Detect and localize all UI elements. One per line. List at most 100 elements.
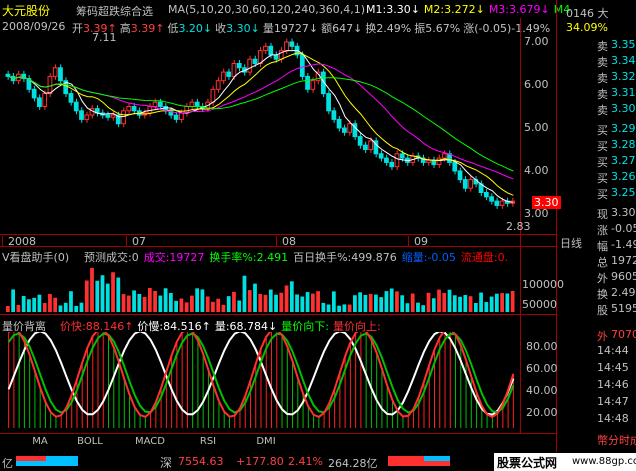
status-right-mini-bar: [388, 456, 450, 466]
candle-body: [79, 110, 84, 120]
volume-bar: [163, 288, 168, 312]
volume-bar: [111, 272, 115, 312]
volume-bar: [16, 304, 21, 312]
stock-name[interactable]: 大元股份: [2, 2, 50, 19]
sell-label: 卖: [597, 104, 608, 117]
volume-bar: [126, 295, 131, 312]
indicator-tab[interactable]: MA: [14, 436, 66, 447]
volume-bar: [195, 288, 200, 312]
price-tick-label: 7.00: [524, 35, 549, 48]
buy-label: 买: [597, 172, 608, 185]
ext-label: 外: [597, 330, 608, 343]
volume-bar: [69, 291, 73, 312]
volume-bar: [500, 293, 504, 312]
candle-body: [426, 159, 431, 163]
candle-body: [394, 153, 400, 168]
divider-main-bottom: [0, 234, 556, 235]
oscillator-tick-label: 60.00: [526, 362, 558, 375]
volume-bar: [510, 291, 515, 312]
candle-body: [462, 179, 468, 189]
moving-average-line: [8, 52, 514, 196]
divider-volume-bottom: [0, 314, 556, 315]
ma-value: M3:3.679↓: [488, 3, 550, 16]
candle-body: [231, 63, 237, 77]
candlestick-chart[interactable]: [0, 34, 520, 234]
candle-body: [47, 75, 53, 95]
volume-bar: [42, 303, 47, 312]
info-label: 幅: [597, 240, 608, 253]
right-bottom-label[interactable]: 幣分时成: [597, 432, 636, 448]
volume-bar: [358, 292, 363, 312]
volume-bar: [63, 302, 68, 312]
candle-body: [336, 118, 342, 129]
volume-bar: [289, 281, 294, 312]
volume-bar: [48, 293, 52, 312]
sell-label: 卖: [597, 56, 608, 69]
buy-label: 买: [597, 124, 608, 137]
website-url[interactable]: www.88gp.com: [572, 456, 636, 467]
oscillator-tick-label: 40.00: [526, 384, 558, 397]
info-label: 总: [597, 256, 608, 269]
volume-bar: [374, 294, 378, 312]
candle-body: [399, 153, 405, 159]
low-price-label: 2.83: [506, 220, 531, 233]
volume-bar: [168, 292, 173, 312]
buy-price: 3.27: [611, 154, 636, 167]
volume-bar: [494, 293, 499, 312]
indicator-tab[interactable]: BOLL: [64, 436, 116, 447]
volume-bar: [379, 297, 384, 312]
candle-body: [299, 54, 305, 77]
date-tick-label: 07: [132, 235, 146, 248]
buy-price: 3.25: [611, 186, 636, 199]
info-value: 9605: [611, 270, 636, 283]
indicator-name[interactable]: 筹码超跌综合选: [76, 3, 153, 19]
indicator-tab[interactable]: MACD: [124, 436, 176, 447]
volume-tick-label: 50000: [522, 298, 557, 311]
date-label: 2008/09/26: [2, 20, 66, 33]
candle-body: [152, 101, 158, 107]
candle-body: [110, 114, 116, 118]
oscillator-chart[interactable]: [0, 332, 520, 432]
ma-value: M1:3.30↓: [366, 3, 420, 16]
volume-bar: [279, 292, 284, 312]
volume-bar: [463, 295, 468, 312]
sell-price: 3.35: [611, 38, 636, 51]
moving-average-line: [8, 50, 514, 203]
info-value: 5195: [611, 302, 636, 315]
info-value: 19727: [611, 254, 636, 267]
volume-bar: [437, 289, 441, 312]
volume-bar: [79, 302, 84, 312]
price-tick-label: 6.00: [524, 78, 549, 91]
candle-body: [341, 127, 347, 133]
volume-bar: [447, 289, 452, 312]
period-label[interactable]: 日线: [560, 235, 582, 251]
status-left-fragment: 亿: [2, 457, 13, 470]
volume-bar: [342, 304, 347, 312]
website-name[interactable]: 股票公式网: [497, 454, 557, 471]
candle-body: [483, 192, 489, 198]
info-value: -1.49: [611, 238, 636, 251]
candle-body: [179, 112, 184, 120]
price-tick-label: 5.00: [524, 121, 549, 134]
divider-oscillator-bottom: [0, 433, 556, 434]
volume-bar: [53, 297, 58, 312]
candle-body: [42, 93, 48, 107]
candle-body: [73, 101, 79, 112]
info-value: -0.05: [611, 222, 636, 235]
volume-bar: [247, 290, 252, 312]
indicator-tab[interactable]: DMI: [240, 436, 292, 447]
tick-time: 14:47: [597, 395, 629, 408]
candle-body: [468, 179, 473, 189]
volume-bar: [337, 305, 341, 312]
volume-bar: [121, 294, 126, 312]
volume-bar: [400, 295, 405, 312]
volume-bar: [431, 298, 436, 312]
volume-bar-chart[interactable]: [0, 262, 520, 314]
candle-body: [494, 200, 500, 206]
candle-body: [378, 153, 384, 159]
candle-body: [131, 106, 137, 112]
candle-body: [368, 140, 374, 151]
candle-body: [68, 93, 74, 103]
volume-bar: [331, 291, 336, 312]
indicator-tab[interactable]: RSI: [182, 436, 234, 447]
